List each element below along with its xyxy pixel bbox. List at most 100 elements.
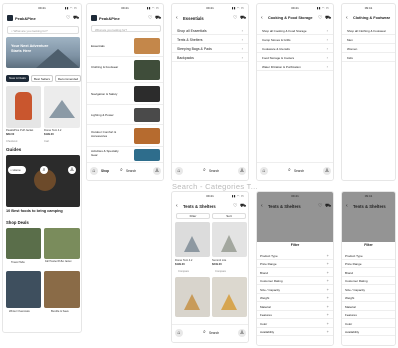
- filter-row[interactable]: Features: [342, 310, 395, 319]
- filter-row[interactable]: Features +: [257, 310, 333, 319]
- filter-row[interactable]: Customer Rating +: [257, 276, 333, 285]
- filter-row[interactable]: Size / Capacity +: [257, 285, 333, 294]
- filter-row[interactable]: Size / Capacity: [342, 285, 395, 294]
- back-icon[interactable]: ‹: [346, 15, 348, 21]
- search-placeholder-large[interactable]: Search - Categories T...: [172, 182, 258, 191]
- tab-shop[interactable]: Shop: [101, 169, 109, 173]
- cart-icon[interactable]: ⛟: [73, 15, 79, 22]
- home-icon[interactable]: ⌂: [260, 167, 268, 175]
- list-item[interactable]: Sleeping Bags & Pads ›: [172, 44, 248, 53]
- product-card[interactable]: [175, 222, 210, 257]
- cart-link[interactable]: Cart: [44, 140, 49, 143]
- list-item[interactable]: Cookware & Utensils ›: [257, 44, 333, 53]
- back-icon[interactable]: ‹: [176, 15, 178, 21]
- cart-icon[interactable]: ⛟: [155, 15, 161, 22]
- category-clothing[interactable]: Clothing & Footwear: [87, 57, 163, 83]
- hero-banner[interactable]: Your Next Adventure Starts Here: [6, 37, 80, 68]
- deal-card[interactable]: [6, 271, 41, 308]
- account-icon[interactable]: ♙: [323, 167, 331, 175]
- tab-best-sellers[interactable]: Best Sellers: [31, 75, 53, 82]
- home-tab-pill[interactable]: ⌂ Home: [8, 166, 26, 174]
- tab-search-icon[interactable]: ⌕: [120, 167, 123, 173]
- filter-row[interactable]: Brand +: [257, 268, 333, 277]
- deal-card[interactable]: [44, 271, 80, 308]
- tab-search-icon[interactable]: ⌕: [203, 167, 206, 173]
- back-icon[interactable]: ‹: [261, 203, 263, 209]
- category-navigation[interactable]: Navigation & Safety: [87, 83, 163, 105]
- category-lighting[interactable]: Lighting & Power: [87, 105, 163, 125]
- tab-search[interactable]: Search: [209, 331, 219, 335]
- heart-icon[interactable]: ♡: [66, 15, 70, 21]
- filter-row[interactable]: Material +: [257, 302, 333, 311]
- tab-search-icon[interactable]: ⌕: [288, 167, 291, 173]
- account-icon[interactable]: ♙: [238, 167, 246, 175]
- heart-icon[interactable]: ♡: [233, 203, 237, 209]
- tab-search[interactable]: Search: [209, 169, 219, 173]
- filter-row[interactable]: Availability: [342, 327, 395, 336]
- filter-row[interactable]: Price Range: [342, 259, 395, 268]
- product-card[interactable]: [175, 277, 210, 317]
- back-icon[interactable]: ‹: [346, 203, 348, 209]
- filter-button[interactable]: Filter: [176, 213, 210, 219]
- list-item[interactable]: Shop all Essentials ›: [172, 26, 248, 35]
- home-icon[interactable]: ⌂: [175, 167, 183, 175]
- heart-icon[interactable]: ♡: [148, 15, 152, 21]
- filter-row[interactable]: Product Type +: [257, 251, 333, 260]
- filter-row[interactable]: Price Range +: [257, 259, 333, 268]
- heart-icon[interactable]: ♡: [318, 15, 322, 21]
- filter-row[interactable]: Color: [342, 319, 395, 328]
- search-input[interactable]: ⌕ What are you looking for?: [7, 26, 79, 34]
- account-icon[interactable]: ♙: [153, 167, 161, 175]
- category-activities[interactable]: Activities & Specialty Gear: [87, 147, 163, 163]
- list-item[interactable]: Food Storage & Coolers ›: [257, 53, 333, 62]
- filter-row[interactable]: Brand: [342, 268, 395, 277]
- category-essentials[interactable]: Essentials: [87, 35, 163, 57]
- compare-checkbox[interactable]: Compare: [178, 270, 189, 273]
- product-card[interactable]: [212, 277, 247, 317]
- filter-row[interactable]: Weight +: [257, 293, 333, 302]
- tab-recommended[interactable]: Recommended: [55, 75, 81, 82]
- product-card-tent[interactable]: [44, 86, 80, 128]
- filter-row[interactable]: Availability +: [257, 327, 333, 336]
- back-icon[interactable]: ‹: [261, 15, 263, 21]
- cart-icon[interactable]: ⛟: [325, 203, 331, 210]
- checkout-link[interactable]: Checkout: [6, 140, 17, 143]
- search-input[interactable]: What are you looking for?: [91, 25, 161, 32]
- deal-card[interactable]: [6, 228, 41, 259]
- cart-icon[interactable]: ⛟: [240, 203, 246, 210]
- cart-icon[interactable]: ⛟: [240, 15, 246, 22]
- back-icon[interactable]: ‹: [176, 203, 178, 209]
- product-card-jacket[interactable]: [6, 86, 41, 128]
- guide-card[interactable]: ⌂ Home ⌕ ♙: [6, 155, 80, 207]
- filter-row[interactable]: Color +: [257, 319, 333, 328]
- tab-new-arrivals[interactable]: New Arrivals: [6, 75, 29, 82]
- home-icon[interactable]: ⌂: [175, 329, 183, 337]
- sort-button[interactable]: Sort: [212, 213, 246, 219]
- list-item[interactable]: Shop all Cooking & Food Storage ›: [257, 26, 333, 35]
- filter-row[interactable]: Weight: [342, 293, 395, 302]
- heart-icon[interactable]: ♡: [233, 15, 237, 21]
- deal-card[interactable]: [44, 228, 80, 259]
- list-item[interactable]: Kids: [342, 53, 395, 62]
- compare-checkbox[interactable]: Compare: [215, 270, 226, 273]
- list-item[interactable]: Men: [342, 35, 395, 44]
- filter-row[interactable]: Product Type: [342, 251, 395, 260]
- home-icon[interactable]: ⌂: [90, 167, 98, 175]
- category-outdoor-comfort[interactable]: Outdoor Comfort & Accessories: [87, 125, 163, 147]
- product-card[interactable]: [212, 222, 247, 257]
- account-icon[interactable]: ♙: [68, 166, 76, 174]
- filter-row[interactable]: Customer Rating: [342, 276, 395, 285]
- tab-search[interactable]: Search: [294, 169, 304, 173]
- account-icon[interactable]: ♙: [238, 329, 246, 337]
- list-item[interactable]: Women: [342, 44, 395, 53]
- heart-icon[interactable]: ♡: [318, 203, 322, 209]
- tab-search-icon[interactable]: ⌕: [203, 329, 206, 335]
- cart-icon[interactable]: ⛟: [325, 15, 331, 22]
- tab-search[interactable]: Search: [126, 169, 136, 173]
- list-item[interactable]: Camp Stoves & Grills ›: [257, 35, 333, 44]
- list-item[interactable]: Backpacks ›: [172, 53, 248, 62]
- search-icon[interactable]: ⌕: [40, 166, 48, 174]
- list-item[interactable]: Tents & Shelters ›: [172, 35, 248, 44]
- filter-row[interactable]: Material: [342, 302, 395, 311]
- list-item[interactable]: Shop all Clothing & Footwear: [342, 26, 395, 35]
